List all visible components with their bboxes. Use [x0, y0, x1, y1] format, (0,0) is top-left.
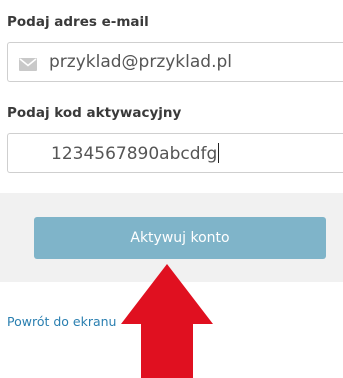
back-link[interactable]: Powrót do ekranu [7, 314, 116, 329]
activation-code-value: 1234567890abcdfg [51, 144, 218, 164]
red-arrow-icon [121, 264, 213, 378]
activation-code-label: Podaj kod aktywacyjny [7, 105, 182, 121]
activation-code-field[interactable]: 1234567890abcdfg [7, 133, 343, 173]
envelope-icon [19, 56, 37, 71]
email-label: Podaj adres e-mail [7, 14, 149, 30]
email-value: przyklad@przyklad.pl [49, 52, 232, 72]
email-field[interactable]: przyklad@przyklad.pl [7, 42, 343, 82]
text-caret [218, 143, 220, 163]
activate-account-button[interactable]: Aktywuj konto [34, 217, 326, 259]
